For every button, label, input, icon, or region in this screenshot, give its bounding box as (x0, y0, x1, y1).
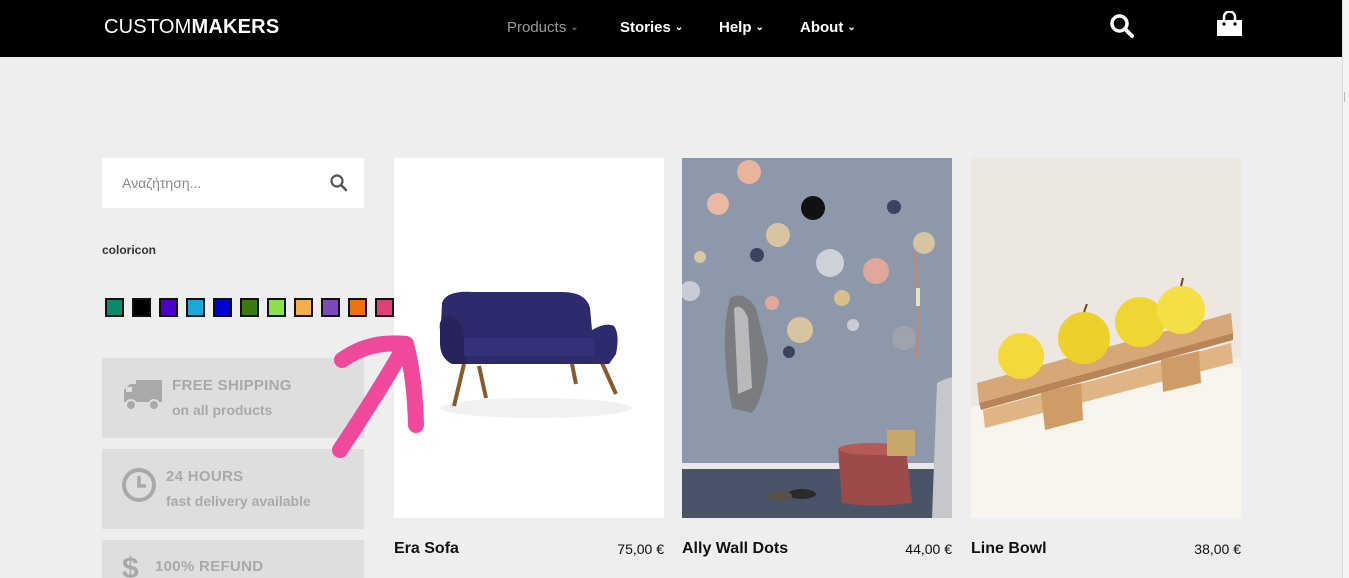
chevron-down-icon: ⌄ (847, 22, 856, 33)
search-icon (330, 174, 348, 192)
promo-refund: $ 100% REFUND (102, 540, 364, 578)
nav-products[interactable]: Products ⌄ (507, 19, 579, 36)
search-input[interactable] (102, 158, 322, 208)
dollar-icon: $ (122, 552, 139, 578)
top-navigation-bar: CUSTOMMAKERS Products ⌄ Stories ⌄ Help ⌄ Ab… (0, 0, 1342, 57)
color-swatch[interactable] (348, 298, 367, 317)
clock-icon (121, 467, 157, 508)
chevron-down-icon: ⌄ (755, 22, 764, 33)
truck-icon (122, 378, 164, 417)
scrollbar-mark (1344, 92, 1348, 102)
color-swatch[interactable] (105, 298, 124, 317)
color-swatch[interactable] (267, 298, 286, 317)
nav-products-label: Products (507, 19, 567, 36)
product-image[interactable] (394, 158, 664, 518)
search-button[interactable] (327, 171, 351, 195)
product-name[interactable]: Ally Wall Dots (682, 540, 788, 558)
page-scrollbar[interactable] (1342, 0, 1349, 578)
promo-title: 100% REFUND (155, 558, 264, 575)
color-swatch[interactable] (240, 298, 259, 317)
product-price: 38,00 € (1194, 541, 1241, 557)
color-swatch[interactable] (375, 298, 394, 317)
product-search (102, 158, 364, 208)
color-filter-title: coloricon (102, 243, 157, 257)
nav-about[interactable]: About ⌄ (800, 19, 856, 36)
color-swatch[interactable] (321, 298, 340, 317)
promo-title: 24 HOURS (166, 468, 244, 485)
shopping-bag-icon[interactable] (1216, 10, 1243, 42)
nav-help-label: Help (719, 19, 752, 36)
product-image[interactable] (682, 158, 952, 518)
brand-logo-light: CUSTOM (104, 16, 192, 38)
product-price: 44,00 € (905, 541, 952, 557)
product-name[interactable]: Era Sofa (394, 540, 459, 558)
promo-subtitle: on all products (172, 402, 273, 418)
color-swatch[interactable] (186, 298, 205, 317)
nav-stories[interactable]: Stories ⌄ (620, 19, 683, 36)
product-price: 75,00 € (617, 541, 664, 557)
search-icon[interactable] (1109, 13, 1135, 44)
brand-logo-bold: MAKERS (191, 16, 280, 38)
brand-logo[interactable]: CUSTOMMAKERS (104, 16, 279, 39)
nav-stories-label: Stories (620, 19, 671, 36)
promo-title: FREE SHIPPING (172, 377, 292, 394)
color-swatch[interactable] (132, 298, 151, 317)
promo-subtitle: fast delivery available (166, 493, 311, 509)
color-swatch[interactable] (294, 298, 313, 317)
color-swatch[interactable] (213, 298, 232, 317)
color-swatch[interactable] (159, 298, 178, 317)
annotation-arrow-icon (332, 335, 424, 458)
product-name[interactable]: Line Bowl (971, 540, 1047, 558)
nav-about-label: About (800, 19, 844, 36)
chevron-down-icon: ⌄ (674, 22, 684, 33)
nav-help[interactable]: Help ⌄ (719, 19, 764, 36)
product-image[interactable] (971, 158, 1241, 518)
chevron-down-icon: ⌄ (570, 22, 579, 33)
